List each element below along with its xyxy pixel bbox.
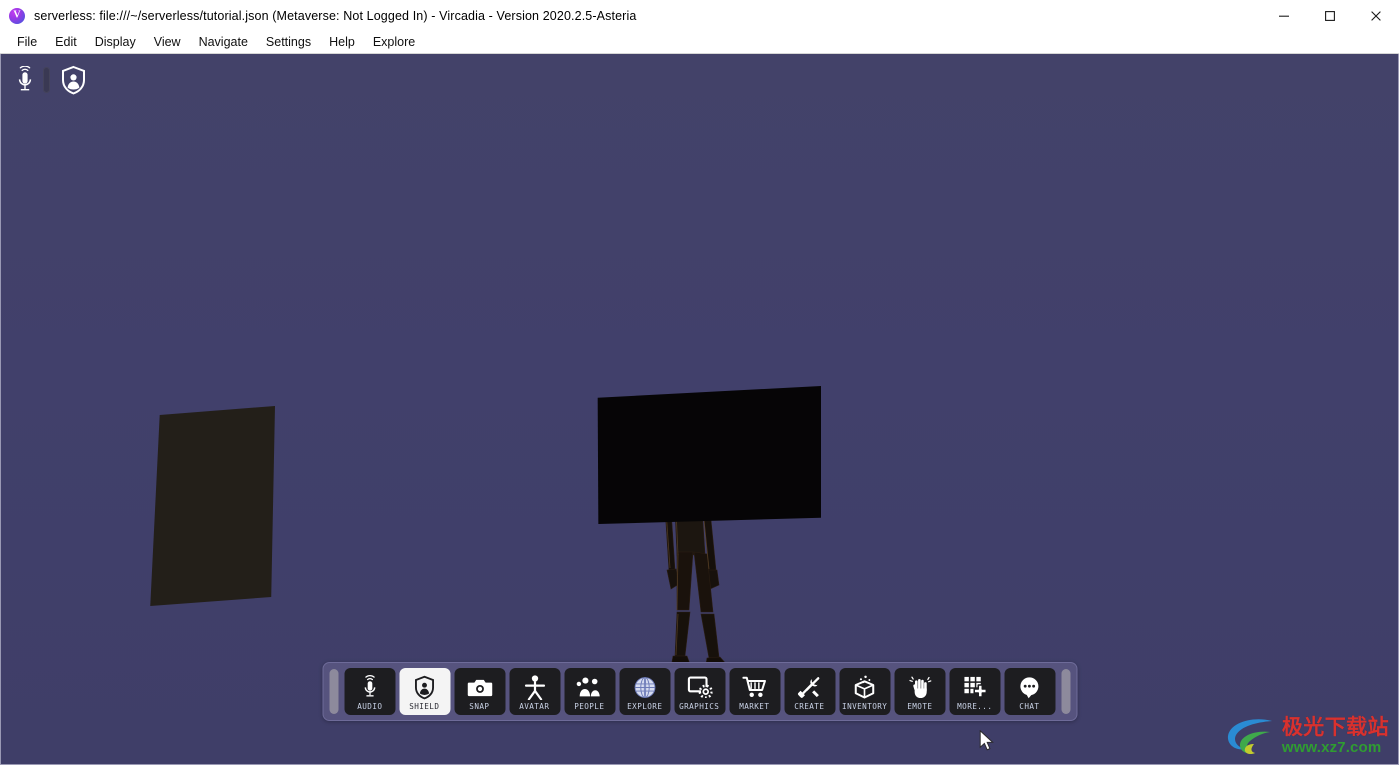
microphone-icon — [359, 675, 380, 700]
hud-button-shield[interactable]: SHIELD — [399, 668, 450, 715]
hud-button-label: INVENTORY — [842, 703, 887, 711]
hud-button-label: AUDIO — [357, 703, 382, 711]
person-icon — [524, 675, 545, 700]
hud-toolbar-items: AUDIO SHIELD — [338, 668, 1061, 715]
shield-toggle-button[interactable] — [56, 58, 90, 102]
hud-button-market[interactable]: MARKET — [729, 668, 780, 715]
grid-plus-icon — [962, 675, 987, 700]
hammer-wrench-icon — [798, 675, 822, 700]
mic-level-meter[interactable] — [43, 67, 50, 93]
hud-button-emote[interactable]: EMOTE — [894, 668, 945, 715]
hud-grip-left[interactable] — [329, 669, 338, 714]
shield-person-icon — [60, 65, 87, 95]
scene-object-dark-panel-large[interactable] — [597, 386, 821, 524]
hud-button-graphics[interactable]: GRAPHICS — [674, 668, 725, 715]
watermark-url: www.xz7.com — [1282, 740, 1389, 755]
camera-icon — [467, 675, 492, 700]
menu-item-display[interactable]: Display — [86, 33, 145, 52]
hud-button-label: EXPLORE — [627, 703, 662, 711]
watermark-text: 极光下载站 www.xz7.com — [1282, 717, 1389, 755]
shield-person-icon — [414, 675, 436, 700]
globe-icon — [633, 675, 656, 700]
hud-button-label: AVATAR — [519, 703, 549, 711]
chat-bubble-icon — [1018, 675, 1042, 700]
hud-button-people[interactable]: PEOPLE — [564, 668, 615, 715]
hud-button-label: GRAPHICS — [679, 703, 719, 711]
minimize-icon — [1278, 10, 1290, 22]
hud-button-label: EMOTE — [907, 703, 932, 711]
scene-object-dark-panel-left[interactable] — [149, 406, 275, 606]
hud-button-audio[interactable]: AUDIO — [344, 668, 395, 715]
hud-button-more[interactable]: MORE... — [949, 668, 1000, 715]
hud-button-label: CHAT — [1019, 703, 1039, 711]
menu-item-explore[interactable]: Explore — [364, 33, 424, 52]
hud-toolbar: AUDIO SHIELD — [322, 662, 1077, 721]
window-title: serverless: file:///~/serverless/tutoria… — [34, 9, 636, 23]
3d-viewport[interactable]: AUDIO SHIELD — [0, 54, 1399, 765]
hud-grip-right[interactable] — [1061, 669, 1070, 714]
people-group-icon — [577, 675, 603, 700]
hud-button-label: SHIELD — [409, 703, 439, 711]
menu-item-view[interactable]: View — [145, 33, 190, 52]
maximize-icon — [1324, 10, 1336, 22]
close-icon — [1370, 10, 1382, 22]
hud-button-label: SNAP — [469, 703, 489, 711]
hud-button-label: MARKET — [739, 703, 769, 711]
vircadia-window: V serverless: file:///~/serverless/tutor… — [0, 0, 1399, 765]
window-controls — [1261, 0, 1399, 31]
hud-button-label: MORE... — [957, 703, 992, 711]
close-button[interactable] — [1353, 0, 1399, 31]
menu-item-help[interactable]: Help — [320, 33, 364, 52]
microphone-icon — [14, 66, 36, 94]
title-bar: V serverless: file:///~/serverless/tutor… — [0, 0, 1399, 31]
watermark: 极光下载站 www.xz7.com — [1224, 714, 1389, 758]
menu-bar: File Edit Display View Navigate Settings… — [0, 31, 1399, 54]
overlay-controls — [8, 58, 90, 102]
hud-button-snap[interactable]: SNAP — [454, 668, 505, 715]
waving-hand-icon — [907, 675, 932, 700]
vircadia-logo-icon: V — [9, 8, 25, 24]
hud-button-inventory[interactable]: INVENTORY — [839, 668, 890, 715]
monitor-gear-icon — [687, 675, 712, 700]
shopping-cart-icon — [742, 675, 767, 700]
minimize-button[interactable] — [1261, 0, 1307, 31]
hud-button-chat[interactable]: CHAT — [1004, 668, 1055, 715]
maximize-button[interactable] — [1307, 0, 1353, 31]
menu-item-navigate[interactable]: Navigate — [190, 33, 257, 52]
swirl-logo-icon — [1224, 714, 1278, 758]
menu-item-settings[interactable]: Settings — [257, 33, 320, 52]
watermark-title: 极光下载站 — [1282, 717, 1389, 738]
hud-button-label: CREATE — [794, 703, 824, 711]
hud-button-create[interactable]: CREATE — [784, 668, 835, 715]
menu-item-edit[interactable]: Edit — [46, 33, 86, 52]
hud-button-label: PEOPLE — [574, 703, 604, 711]
mic-toggle-button[interactable] — [8, 58, 42, 102]
hud-button-avatar[interactable]: AVATAR — [509, 668, 560, 715]
hud-button-explore[interactable]: EXPLORE — [619, 668, 670, 715]
menu-item-file[interactable]: File — [8, 33, 46, 52]
box-sparkle-icon — [853, 675, 877, 700]
logo-letter: V — [13, 10, 20, 20]
